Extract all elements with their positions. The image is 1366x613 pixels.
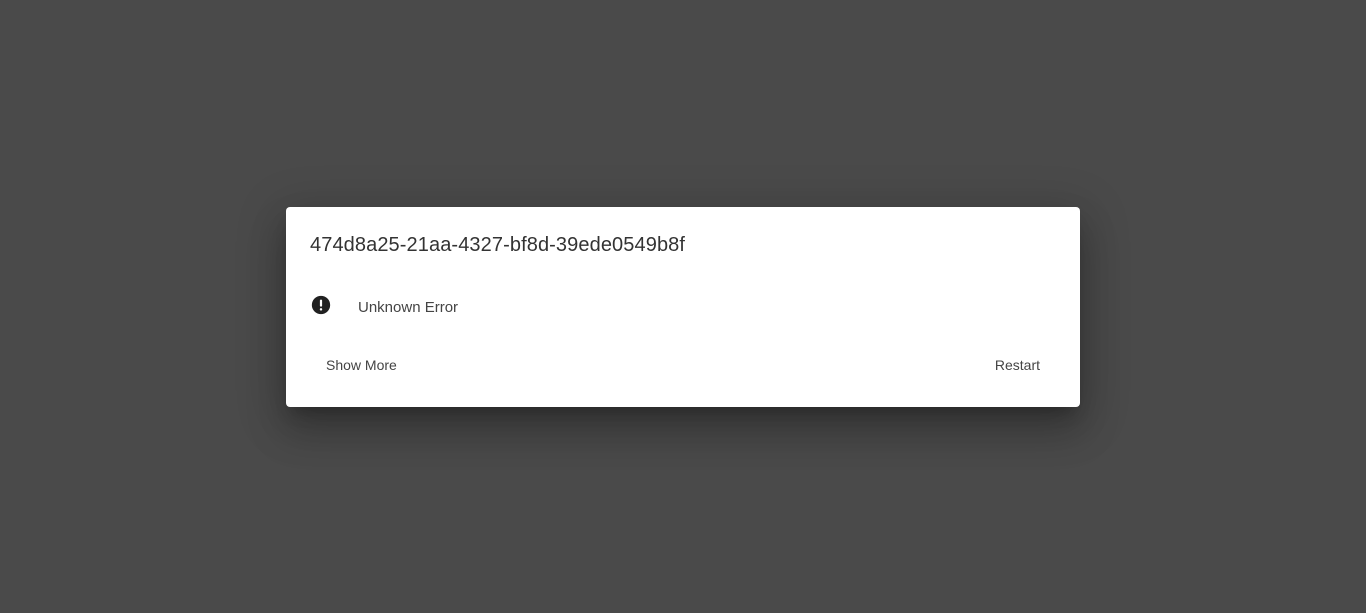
show-more-button[interactable]: Show More [310,350,413,380]
dialog-title: 474d8a25-21aa-4327-bf8d-39ede0549b8f [310,234,686,256]
error-dialog: 474d8a25-21aa-4327-bf8d-39ede0549b8f Unk… [286,207,1080,407]
restart-button[interactable]: Restart [979,350,1056,380]
error-message: Unknown Error [358,298,459,316]
exclamation-circle-icon [310,294,332,316]
error-row: Unknown Error [310,293,458,317]
